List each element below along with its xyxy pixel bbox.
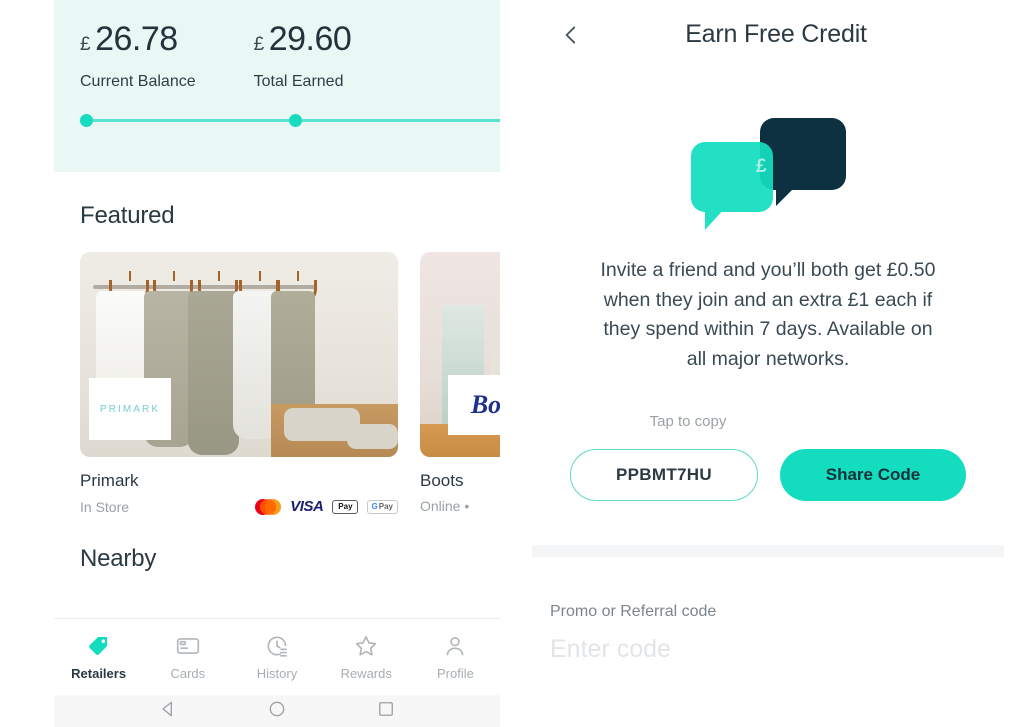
person-icon <box>442 633 468 659</box>
screenshot-stage: £ 26.78 Current Balance £ 29.60 Total Ea… <box>0 0 1024 727</box>
tab-cards[interactable]: Cards <box>143 633 232 681</box>
pound-symbol: £ <box>756 156 767 177</box>
featured-carousel[interactable]: PRIMARK Primark In Store VISA Pay GPay <box>54 252 500 515</box>
total-earned-amount: £ 29.60 <box>254 22 352 56</box>
nearby-section-title: Nearby <box>80 545 157 572</box>
tag-icon <box>86 633 112 659</box>
tab-label: History <box>256 666 298 681</box>
current-balance-value: 26.78 <box>95 20 178 58</box>
google-pay-icon: G Pay <box>366 499 398 514</box>
retailer-channel: In Store <box>80 498 130 515</box>
current-balance-block: £ 26.78 Current Balance <box>80 22 196 91</box>
boots-logo-badge: Bo <box>448 375 500 435</box>
tab-history[interactable]: History <box>232 633 321 681</box>
apple-pay-icon: Pay <box>332 499 358 514</box>
payment-methods: VISA Pay G Pay <box>255 498 398 515</box>
progress-bar-segment <box>302 119 500 122</box>
tab-label: Cards <box>170 666 206 681</box>
retailer-card-boots[interactable]: Bo Boots Online • <box>420 252 500 515</box>
share-code-button[interactable]: Share Code <box>780 448 966 501</box>
currency-symbol: £ <box>80 34 91 55</box>
page-title: Earn Free Credit <box>685 20 867 48</box>
tab-retailers[interactable]: Retailers <box>54 633 143 681</box>
promo-code-input[interactable]: Enter code <box>550 635 1024 664</box>
bottom-tab-bar: Retailers Cards History Rewards Profile <box>54 618 500 695</box>
speech-bubbles-pound-icon: £ <box>512 118 1024 230</box>
page-header: Earn Free Credit <box>512 0 1024 74</box>
mastercard-icon <box>255 498 282 515</box>
retailer-name: Boots <box>420 471 464 490</box>
currency-symbol: £ <box>253 34 265 55</box>
progress-bar-segment <box>93 119 289 122</box>
referral-code-button[interactable]: PPBMT7HU <box>570 448 758 501</box>
current-balance-amount: £ 26.78 <box>80 22 196 56</box>
retailer-card-primark[interactable]: PRIMARK Primark In Store VISA Pay G Pay <box>80 252 398 515</box>
total-earned-label: Total Earned <box>253 73 344 90</box>
primark-logo-text: PRIMARK <box>99 403 161 415</box>
tab-profile[interactable]: Profile <box>411 633 500 681</box>
tab-label: Retailers <box>71 666 127 681</box>
total-earned-block: £ 29.60 Total Earned <box>254 22 352 91</box>
progress-dot <box>80 114 93 127</box>
star-icon <box>353 633 379 659</box>
android-system-nav <box>54 695 500 727</box>
home-circle-icon[interactable] <box>267 699 287 724</box>
tap-to-copy-hint: Tap to copy <box>649 412 727 430</box>
progress-dot <box>289 114 302 127</box>
total-earned-value: 29.60 <box>268 20 352 58</box>
back-triangle-icon[interactable] <box>158 699 178 724</box>
visa-icon: VISA <box>290 498 324 515</box>
tab-label: Profile <box>436 666 474 681</box>
recents-square-icon[interactable] <box>376 699 396 724</box>
promo-code-label: Promo or Referral code <box>550 602 717 620</box>
retailer-thumbnail: Bo <box>420 252 500 457</box>
primark-logo-badge: PRIMARK <box>89 378 171 440</box>
progress-indicator <box>80 114 500 127</box>
referral-description: Invite a friend and you’ll both get £0.5… <box>600 259 936 370</box>
retailer-channel: Online • <box>420 498 470 514</box>
retailer-thumbnail: PRIMARK <box>80 252 398 457</box>
retailer-name: Primark <box>80 471 139 490</box>
current-balance-label: Current Balance <box>80 73 196 90</box>
boots-logo-text: Bo <box>470 390 500 419</box>
referral-actions: PPBMT7HU Share Code <box>512 448 1024 501</box>
left-phone-screenshot: £ 26.78 Current Balance £ 29.60 Total Ea… <box>54 0 500 727</box>
balance-card: £ 26.78 Current Balance £ 29.60 Total Ea… <box>54 0 500 172</box>
right-phone-screenshot: Earn Free Credit £ Invite a friend and y… <box>512 0 1024 727</box>
tab-rewards[interactable]: Rewards <box>322 633 411 681</box>
section-divider <box>532 544 1004 557</box>
tab-label: Rewards <box>340 666 392 681</box>
card-icon <box>175 633 201 659</box>
featured-section-title: Featured <box>80 202 175 229</box>
history-clock-icon <box>264 633 290 659</box>
